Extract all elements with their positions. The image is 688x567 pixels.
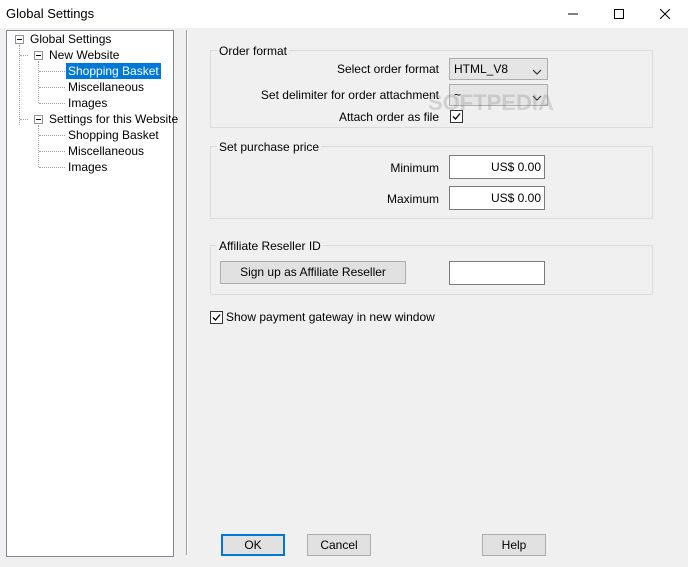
maximum-label: Maximum — [386, 192, 439, 206]
minimum-label: Minimum — [390, 161, 439, 175]
minimize-icon — [568, 9, 578, 19]
maximum-price-input[interactable]: US$ 0.00 — [449, 186, 545, 210]
panel-separator — [186, 30, 188, 555]
tree-connector — [39, 87, 65, 88]
minimum-price-input[interactable]: US$ 0.00 — [449, 155, 545, 179]
maximize-icon — [614, 9, 624, 19]
tree-item-settings-for-this-website[interactable]: Settings for this Website — [47, 111, 180, 127]
tree-item-global-settings[interactable]: Global Settings — [28, 31, 113, 47]
maximize-button[interactable] — [596, 0, 642, 28]
order-format-select[interactable]: HTML_V8 — [449, 58, 548, 80]
watermark-logo: SOFTPEDIA — [428, 90, 554, 115]
tree-connector — [39, 135, 65, 136]
chevron-down-icon — [532, 65, 542, 79]
collapse-icon[interactable] — [34, 115, 43, 124]
purchase-price-title: Set purchase price — [217, 140, 322, 154]
tree-item-shopping-basket[interactable]: Shopping Basket — [66, 63, 161, 79]
tree-item-images[interactable]: Images — [66, 159, 109, 175]
tree-connector — [19, 45, 20, 125]
close-icon — [660, 9, 670, 19]
purchase-price-group — [210, 146, 653, 219]
tree-connector — [39, 167, 65, 168]
tree-item-shopping-basket[interactable]: Shopping Basket — [66, 127, 161, 143]
select-order-format-label: Select order format — [336, 62, 439, 76]
payment-gateway-checkbox[interactable] — [210, 311, 223, 324]
collapse-icon[interactable] — [34, 51, 43, 60]
minimize-button[interactable] — [550, 0, 596, 28]
tree-item-images[interactable]: Images — [66, 95, 109, 111]
window-title: Global Settings — [6, 6, 95, 21]
attach-order-label: Attach order as file — [338, 110, 439, 124]
settings-tree[interactable]: Global Settings New Website Shopping Bas… — [6, 30, 178, 557]
tree-item-miscellaneous[interactable]: Miscellaneous — [66, 143, 146, 159]
tree-connector — [39, 71, 65, 72]
tree-item-new-website[interactable]: New Website — [47, 47, 121, 63]
help-button[interactable]: Help — [482, 534, 546, 556]
attach-order-checkbox[interactable] — [450, 110, 463, 123]
tree-connector — [20, 55, 28, 56]
ok-button[interactable]: OK — [221, 534, 285, 556]
order-format-title: Order format — [217, 44, 290, 58]
payment-gateway-label[interactable]: Show payment gateway in new window — [226, 309, 435, 325]
tree-connector — [38, 125, 39, 167]
maximum-price-value: US$ 0.00 — [490, 191, 541, 205]
affiliate-signup-button[interactable]: Sign up as Affiliate Reseller — [220, 261, 406, 284]
tree-connector — [38, 61, 39, 103]
tree-connector — [39, 103, 65, 104]
title-bar: Global Settings — [0, 0, 688, 28]
collapse-icon[interactable] — [15, 35, 24, 44]
close-button[interactable] — [642, 0, 688, 28]
minimum-price-value: US$ 0.00 — [490, 160, 541, 174]
tree-item-miscellaneous[interactable]: Miscellaneous — [66, 79, 146, 95]
check-icon — [212, 314, 221, 321]
tree-connector — [20, 119, 28, 120]
order-format-value: HTML_V8 — [454, 62, 509, 76]
affiliate-id-input[interactable] — [449, 261, 545, 285]
affiliate-title: Affiliate Reseller ID — [217, 239, 323, 253]
tree-connector — [39, 151, 65, 152]
cancel-button[interactable]: Cancel — [307, 534, 371, 556]
check-icon — [452, 113, 461, 120]
delimiter-label: Set delimiter for order attachment — [260, 88, 439, 102]
